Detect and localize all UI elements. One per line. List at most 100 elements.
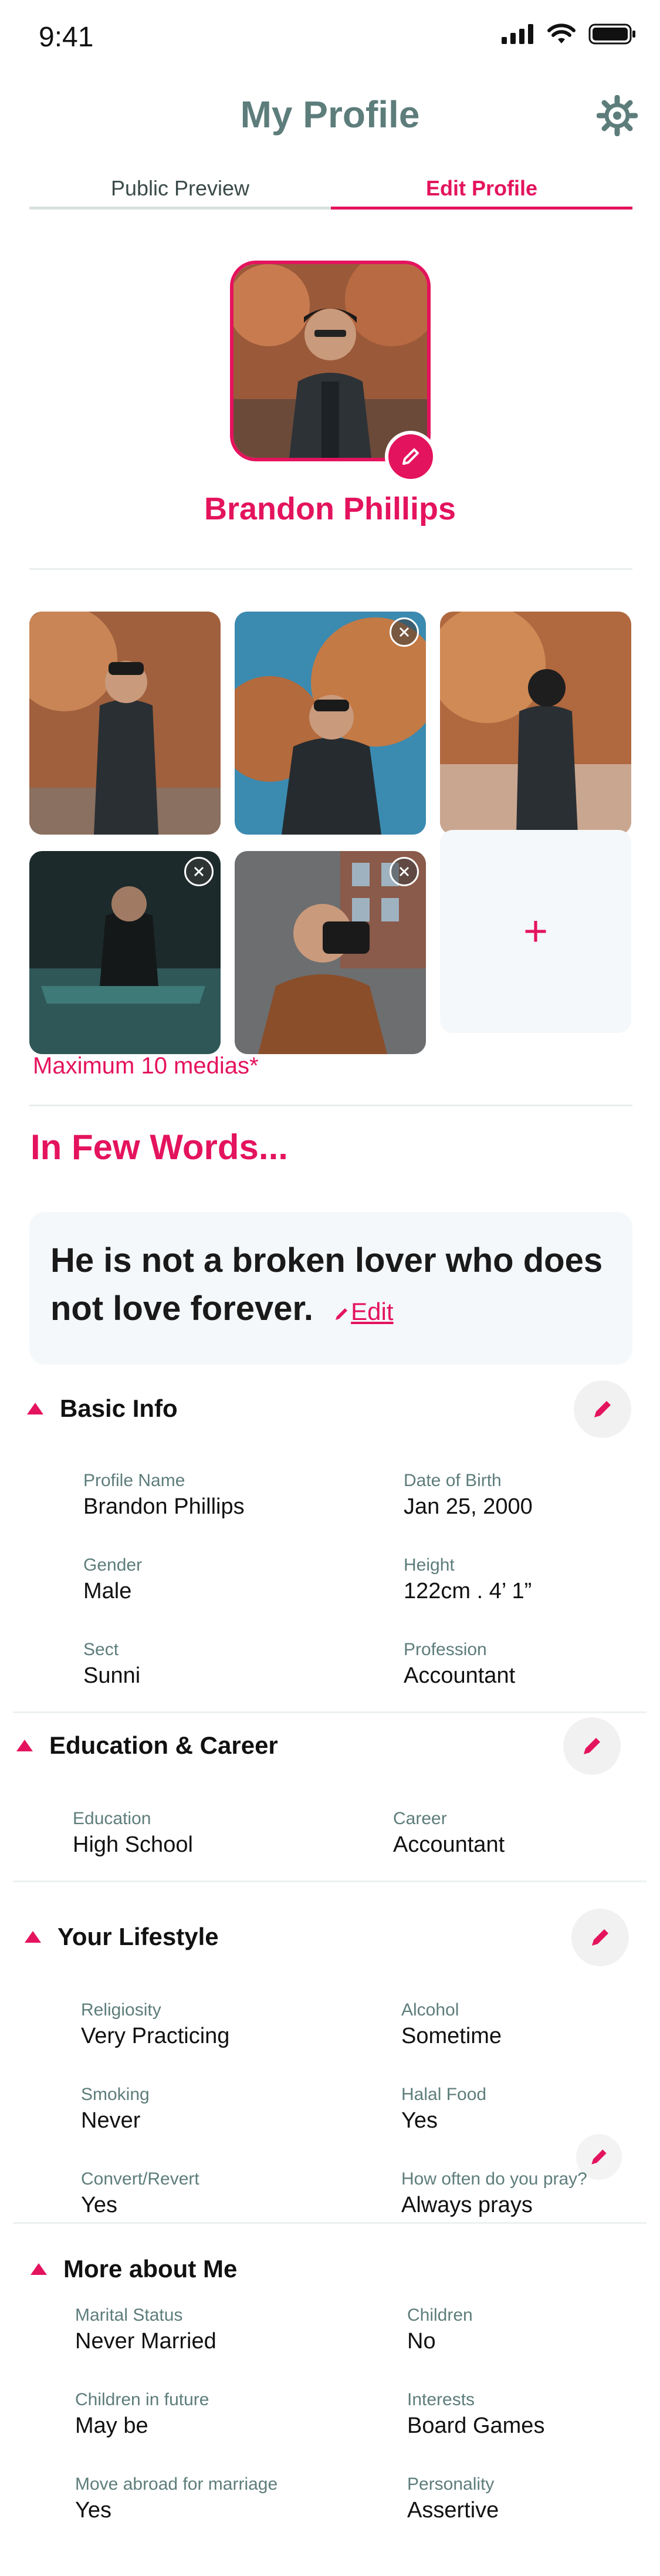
section-title: Your Lifestyle [57,1923,219,1950]
edit-avatar-button[interactable] [385,431,436,482]
field-value: Very Practicing [81,2024,230,2048]
section-title: More about Me [63,2255,238,2283]
tab-active-underline [331,207,632,210]
field-label: Smoking [81,2085,150,2104]
field-value: No [407,2329,436,2354]
edit-about-link[interactable]: Edit [333,1298,394,1325]
edit-lifestyle-button[interactable] [571,1909,629,1966]
profile-tabs: Public Preview Edit Profile [29,176,632,211]
photo-image [29,612,221,835]
field-label: Children in future [75,2390,209,2409]
about-headline: In Few Words... [31,1127,288,1167]
field-label: Marital Status [75,2305,183,2325]
field-value: Always prays [401,2193,533,2217]
pencil-icon [591,2149,607,2165]
field-label: Halal Food [401,2085,487,2104]
tab-underline [29,207,331,210]
field-label: Date of Birth [404,1471,502,1490]
field-value: 122cm . 4’ 1” [404,1579,532,1603]
media-photo[interactable] [29,851,221,1054]
photo-image [440,612,631,835]
status-bar: 9:41 [0,0,660,77]
section-title: Education & Career [49,1731,278,1759]
divider [29,1105,632,1106]
field-label: Religiosity [81,2000,161,2020]
field-value: Yes [401,2108,438,2133]
media-limit-note: Maximum 10 medias* [33,1053,259,1079]
collapse-caret-icon [31,2263,47,2275]
edit-basic-info-button[interactable] [574,1380,631,1438]
battery-icon [588,23,635,45]
tab-public-preview[interactable]: Public Preview [29,176,331,201]
field-label: Profile Name [83,1471,185,1490]
pencil-icon [584,1738,600,1754]
remove-photo-button[interactable] [390,617,419,647]
field-value: High School [73,1832,193,1857]
gear-icon[interactable] [597,95,638,136]
media-photo[interactable] [235,612,426,835]
about-quote-card: He is not a broken lover who does not lo… [29,1212,632,1365]
edit-education-button[interactable] [563,1717,621,1775]
pencil-icon [402,448,419,465]
field-value: Jan 25, 2000 [404,1494,533,1519]
divider [13,2222,647,2224]
section-more-about-me[interactable]: More about Me [31,2255,237,2283]
status-icons [502,23,637,45]
status-time: 9:41 [39,22,94,53]
field-value: Yes [75,2498,111,2523]
field-label: Convert/Revert [81,2169,199,2189]
section-education-career[interactable]: Education & Career [16,1731,278,1760]
close-icon [399,866,409,877]
divider [29,568,632,570]
field-value: Board Games [407,2413,545,2438]
field-label: Career [393,1809,447,1828]
field-label: Sect [83,1640,119,1659]
field-label: Move abroad for marriage [75,2474,278,2494]
media-photo[interactable] [440,612,631,835]
page-title: My Profile [240,93,420,136]
field-label: Personality [407,2474,495,2494]
field-label: Education [73,1809,151,1828]
media-photo[interactable] [235,851,426,1054]
remove-photo-button[interactable] [184,857,214,886]
field-value: Brandon Phillips [83,1494,245,1519]
remove-photo-button[interactable] [390,857,419,886]
field-label: How often do you pray? [401,2169,587,2189]
media-photo[interactable] [29,612,221,835]
add-media-button[interactable]: + [440,830,631,1033]
field-label: Children [407,2305,473,2325]
pencil-icon [592,1929,608,1946]
collapse-caret-icon [27,1403,43,1414]
about-quote-text: He is not a broken lover who does not lo… [50,1241,603,1328]
pencil-icon [594,1401,611,1417]
pencil-icon [336,1308,348,1320]
field-label: Profession [404,1640,487,1659]
profile-name: Brandon Phillips [204,491,456,526]
divider [13,1711,647,1713]
avatar-photo [233,264,427,458]
field-label: Gender [83,1555,143,1575]
field-label: Alcohol [401,2000,459,2020]
signal-icon [502,24,533,44]
field-value: Never Married [75,2329,216,2354]
field-label: Height [404,1555,455,1575]
about-quote: He is not a broken lover who does not lo… [50,1237,611,1336]
field-value: Male [83,1579,132,1603]
collapse-caret-icon [16,1740,33,1751]
divider [13,1880,647,1882]
close-icon [399,627,409,637]
section-lifestyle[interactable]: Your Lifestyle [25,1923,219,1951]
wifi-icon [547,23,576,43]
field-value: Accountant [393,1832,505,1857]
field-value: Assertive [407,2498,499,2523]
field-value: Accountant [404,1663,516,1688]
field-value: Sometime [401,2024,502,2048]
tab-edit-profile[interactable]: Edit Profile [331,176,632,201]
section-basic-info[interactable]: Basic Info [27,1395,178,1423]
field-label: Interests [407,2390,475,2409]
avatar[interactable] [230,261,431,461]
section-title: Basic Info [60,1395,178,1422]
field-value: May be [75,2413,148,2438]
field-value: Never [81,2108,141,2133]
collapse-caret-icon [25,1931,41,1943]
